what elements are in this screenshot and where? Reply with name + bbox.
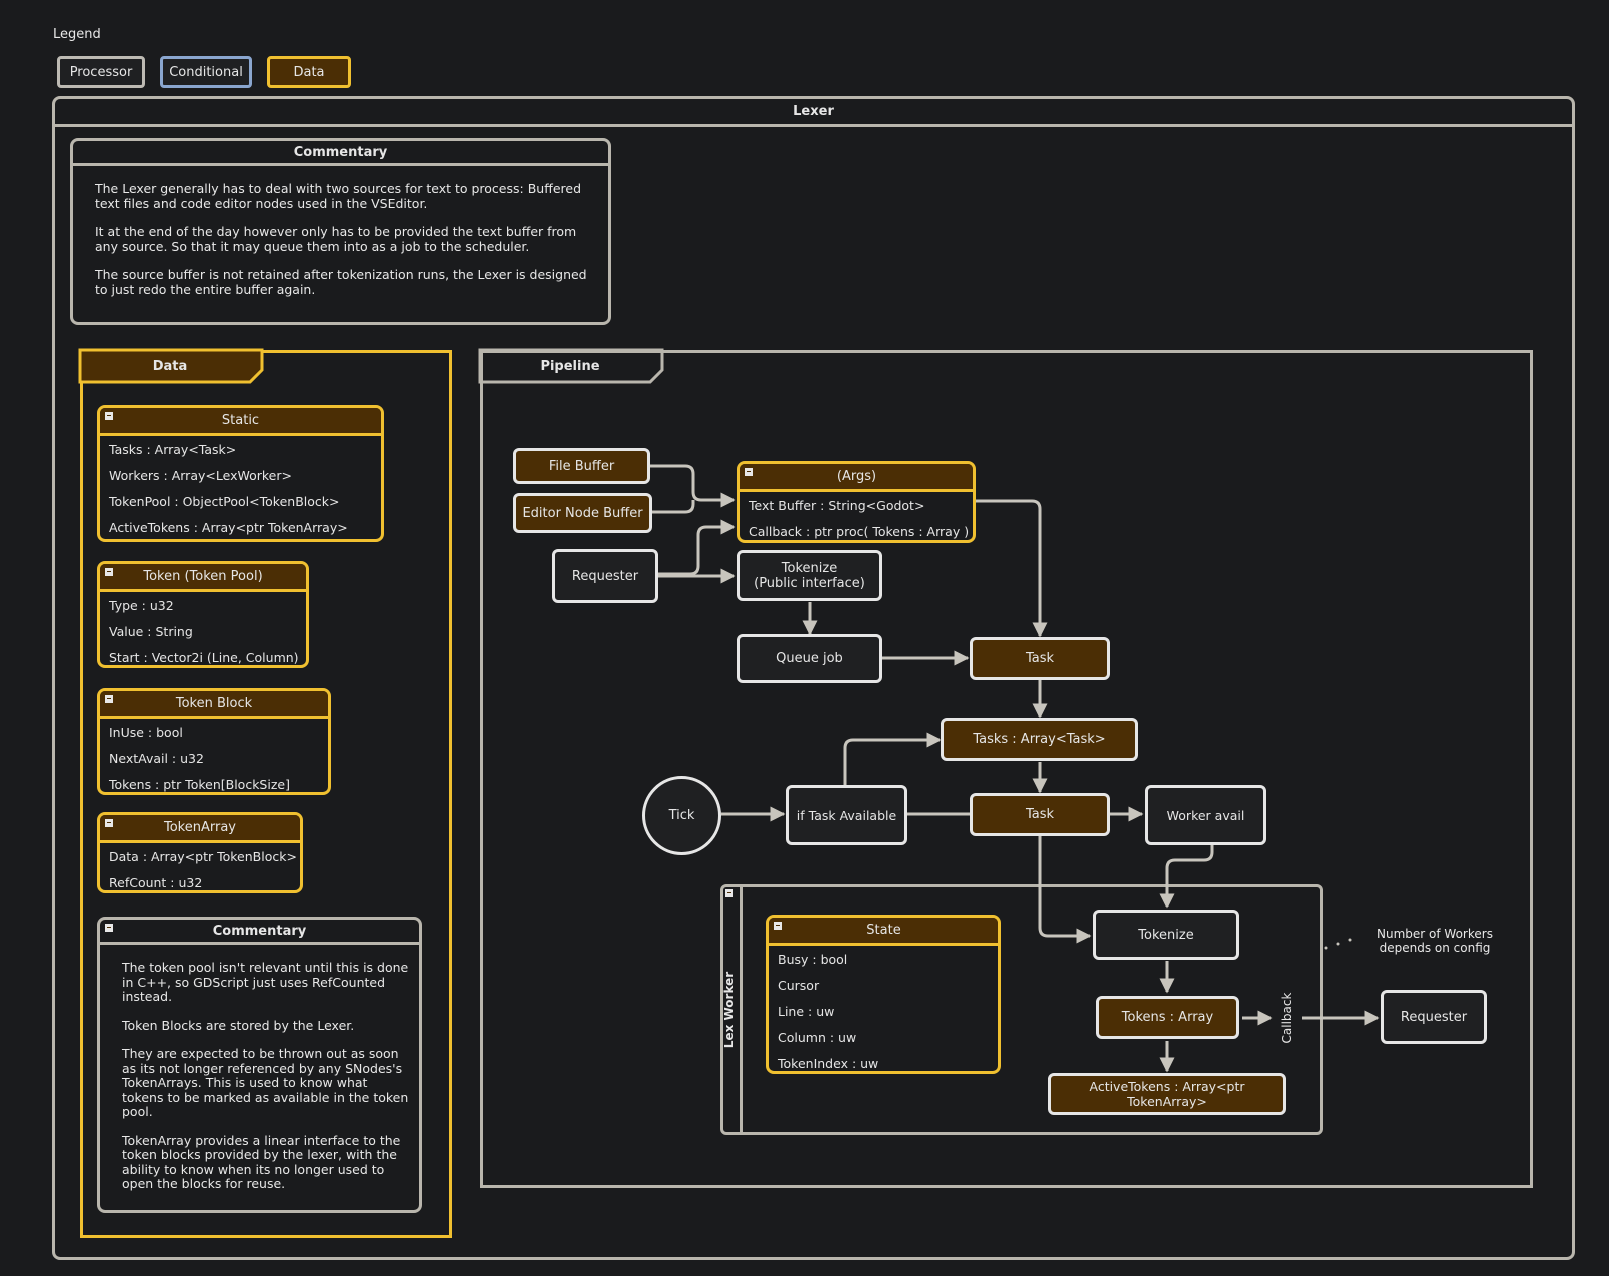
requester-out-node[interactable]: Requester (1381, 990, 1487, 1044)
state-row: Cursor (778, 977, 820, 993)
file-buffer-node[interactable]: File Buffer (513, 448, 650, 484)
args-row: Callback : ptr proc( Tokens : Array ) (749, 523, 970, 539)
state-row: Line : uw (778, 1003, 835, 1019)
state-row: TokenIndex : uw (778, 1055, 879, 1071)
collapse-icon[interactable] (745, 468, 753, 476)
tasks-array-node[interactable]: Tasks : Array<Task> (941, 718, 1138, 761)
worker-tokenize-node[interactable]: Tokenize (1093, 910, 1239, 960)
tokens-array-node[interactable]: Tokens : Array (1096, 996, 1239, 1039)
args-title: (Args) (836, 469, 877, 484)
tokenize-public-node[interactable]: Tokenize (Public interface) (737, 550, 882, 601)
worker-avail-node[interactable]: Worker avail (1145, 785, 1266, 845)
callback-label: Callback (1280, 992, 1294, 1044)
queue-job-node[interactable]: Queue job (737, 634, 882, 683)
if-task-available-node[interactable]: if Task Available (786, 785, 907, 845)
editor-node-buffer-node[interactable]: Editor Node Buffer (513, 493, 652, 533)
args-row: Text Buffer : String<Godot> (749, 497, 925, 513)
state-row: Busy : bool (778, 951, 848, 967)
workers-note-line1: Number of Workers (1377, 927, 1493, 941)
tokenize-public-label: Tokenize (781, 560, 838, 576)
tick-node[interactable]: Tick (642, 776, 721, 855)
requester-node[interactable]: Requester (552, 549, 658, 603)
state-title: State (866, 923, 901, 938)
active-tokens-node[interactable]: ActiveTokens : Array<ptr TokenArray> (1048, 1073, 1286, 1115)
state-row: Column : uw (778, 1029, 857, 1045)
state-table: State Busy : bool Cursor Line : uw Colum… (766, 915, 1001, 1074)
tokenize-public-sublabel: (Public interface) (754, 575, 865, 591)
collapse-icon[interactable] (774, 922, 782, 930)
task-node[interactable]: Task (970, 793, 1110, 836)
workers-note: Number of Workers depends on config (1360, 927, 1510, 955)
args-table: (Args) Text Buffer : String<Godot> Callb… (737, 461, 976, 543)
task-node[interactable]: Task (970, 637, 1110, 680)
workers-note-line2: depends on config (1379, 941, 1491, 955)
